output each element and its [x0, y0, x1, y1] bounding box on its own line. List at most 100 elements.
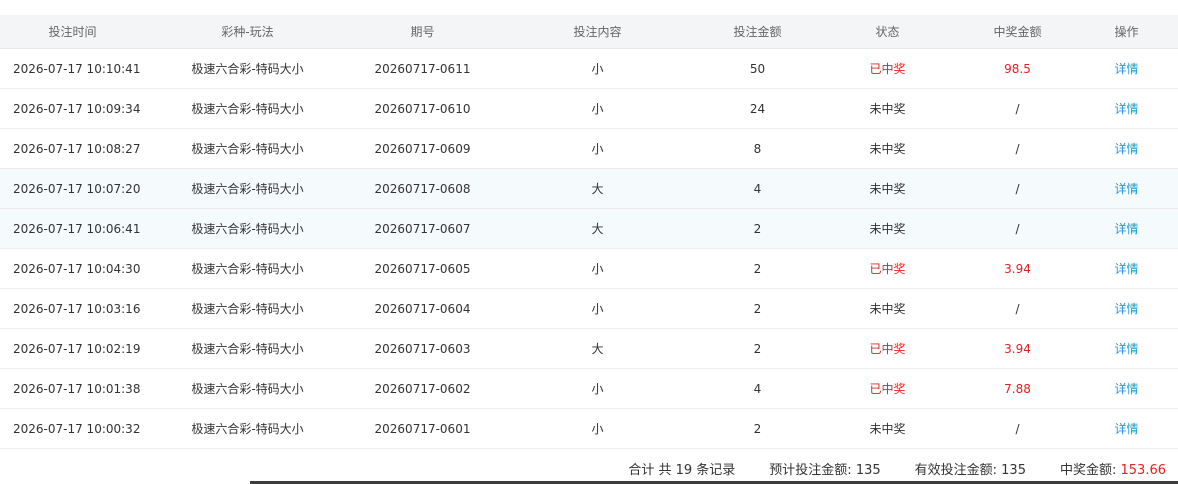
- details-link[interactable]: 详情: [1114, 342, 1138, 356]
- details-link-container[interactable]: 详情: [1075, 328, 1178, 369]
- bet-content-cell: 小: [591, 142, 604, 156]
- table-row: 2026-07-17 10:08:27 极速六合彩-特码大小 20260717-06…: [0, 128, 1178, 169]
- bet-time-cell-container: 2026-07-17 10:06:41: [0, 208, 145, 249]
- game-cell-container: 极速六合彩-特码大小: [145, 88, 350, 129]
- bet-amount-cell: 50: [749, 61, 766, 76]
- bet-amount-cell: 2: [753, 221, 762, 236]
- status-cell: 已中奖: [869, 62, 906, 76]
- top-band: [0, 0, 1178, 15]
- issue-number-cell-container: 20260717-0608: [350, 168, 495, 209]
- bet-content-cell-container: 小: [495, 88, 700, 129]
- details-link[interactable]: 详情: [1114, 182, 1138, 196]
- details-link-container[interactable]: 详情: [1075, 168, 1178, 209]
- expected-bet-value: 135: [855, 463, 881, 478]
- details-link[interactable]: 详情: [1114, 382, 1138, 396]
- issue-number-cell-container: 20260717-0611: [350, 48, 495, 89]
- issue-number-cell-container: 20260717-0607: [350, 208, 495, 249]
- details-link[interactable]: 详情: [1114, 62, 1138, 76]
- bet-amount-cell-container: 2: [700, 288, 815, 329]
- issue-number-cell-container: 20260717-0609: [350, 128, 495, 169]
- game-cell-container: 极速六合彩-特码大小: [145, 128, 350, 169]
- details-link[interactable]: 详情: [1114, 222, 1138, 236]
- prize-amount-cell: /: [1015, 301, 1020, 316]
- game-cell: 极速六合彩-特码大小: [191, 222, 304, 236]
- table-row: 2026-07-17 10:06:41 极速六合彩-特码大小 20260717-06…: [0, 208, 1178, 249]
- bet-amount-cell-container: 2: [700, 408, 815, 449]
- status-cell-container: 未中奖: [815, 288, 960, 329]
- status-cell-container: 已中奖: [815, 328, 960, 369]
- bet-time-cell: 2026-07-17 10:06:41: [13, 221, 141, 236]
- bet-time-cell: 2026-07-17 10:03:16: [13, 301, 141, 316]
- details-link-container[interactable]: 详情: [1075, 208, 1178, 249]
- details-link-container[interactable]: 详情: [1075, 368, 1178, 409]
- col-header-status: 状态: [815, 15, 960, 49]
- bet-time-cell-container: 2026-07-17 10:00:32: [0, 408, 145, 449]
- prize-amount-cell-container: 3.94: [960, 328, 1075, 369]
- table-row: 2026-07-17 10:07:20 极速六合彩-特码大小 20260717-06…: [0, 168, 1178, 209]
- bet-content-cell: 大: [591, 182, 604, 196]
- bet-time-cell: 2026-07-17 10:04:30: [13, 261, 141, 276]
- bet-content-cell: 大: [591, 342, 604, 356]
- table-row: 2026-07-17 10:09:34 极速六合彩-特码大小 20260717-06…: [0, 88, 1178, 129]
- bet-amount-cell: 4: [753, 381, 762, 396]
- game-cell-container: 极速六合彩-特码大小: [145, 408, 350, 449]
- bet-content-cell-container: 小: [495, 408, 700, 449]
- bet-time-cell: 2026-07-17 10:09:34: [13, 101, 141, 116]
- bet-time-cell: 2026-07-17 10:07:20: [13, 181, 141, 196]
- issue-number-cell-container: 20260717-0602: [350, 368, 495, 409]
- issue-number-cell: 20260717-0602: [374, 381, 471, 396]
- status-cell: 未中奖: [869, 182, 906, 196]
- bet-amount-cell-container: 50: [700, 48, 815, 89]
- prize-amount-cell-container: /: [960, 128, 1075, 169]
- prize-amount-cell-container: /: [960, 408, 1075, 449]
- issue-number-cell-container: 20260717-0604: [350, 288, 495, 329]
- details-link[interactable]: 详情: [1114, 142, 1138, 156]
- bet-time-cell: 2026-07-17 10:02:19: [13, 341, 141, 356]
- table-row: 2026-07-17 10:03:16 极速六合彩-特码大小 20260717-06…: [0, 288, 1178, 329]
- details-link-container[interactable]: 详情: [1075, 408, 1178, 449]
- bet-content-cell: 小: [591, 302, 604, 316]
- col-header-action: 操作: [1075, 15, 1178, 49]
- table-row: 2026-07-17 10:04:30 极速六合彩-特码大小 20260717-06…: [0, 248, 1178, 289]
- bet-content-cell-container: 大: [495, 208, 700, 249]
- bet-time-cell-container: 2026-07-17 10:08:27: [0, 128, 145, 169]
- table-row: 2026-07-17 10:01:38 极速六合彩-特码大小 20260717-06…: [0, 368, 1178, 409]
- bet-time-cell: 2026-07-17 10:10:41: [13, 61, 141, 76]
- col-header-amount: 投注金额: [700, 15, 815, 49]
- prize-amount-cell-container: /: [960, 168, 1075, 209]
- status-cell: 已中奖: [869, 342, 906, 356]
- bet-content-cell: 小: [591, 382, 604, 396]
- prize-amount-cell: 98.5: [1004, 61, 1031, 76]
- details-link-container[interactable]: 详情: [1075, 128, 1178, 169]
- game-cell-container: 极速六合彩-特码大小: [145, 248, 350, 289]
- valid-bet-summary: 有效投注金额: 135: [915, 459, 1026, 478]
- details-link[interactable]: 详情: [1114, 262, 1138, 276]
- issue-number-cell: 20260717-0604: [374, 301, 471, 316]
- bet-content-cell: 小: [591, 62, 604, 76]
- prize-amount-cell: /: [1015, 181, 1020, 196]
- details-link-container[interactable]: 详情: [1075, 88, 1178, 129]
- expected-bet-summary: 预计投注金额: 135: [769, 459, 880, 478]
- status-cell-container: 已中奖: [815, 248, 960, 289]
- details-link-container[interactable]: 详情: [1075, 288, 1178, 329]
- details-link[interactable]: 详情: [1114, 302, 1138, 316]
- prize-amount-cell-container: 98.5: [960, 48, 1075, 89]
- table-row: 2026-07-17 10:10:41 极速六合彩-特码大小 20260717-06…: [0, 48, 1178, 89]
- bet-records-table: 投注时间 彩种-玩法 期号 投注内容 投注金额 状态 中奖金额 操作 2026-…: [0, 15, 1178, 449]
- prize-amount-cell: 3.94: [1004, 261, 1031, 276]
- status-cell: 未中奖: [869, 222, 906, 236]
- details-link-container[interactable]: 详情: [1075, 248, 1178, 289]
- bet-amount-cell: 4: [753, 181, 762, 196]
- status-cell-container: 已中奖: [815, 48, 960, 89]
- status-cell-container: 未中奖: [815, 168, 960, 209]
- bet-time-cell-container: 2026-07-17 10:03:16: [0, 288, 145, 329]
- expected-bet-label: 预计投注金额:: [769, 463, 856, 478]
- game-cell: 极速六合彩-特码大小: [191, 422, 304, 436]
- bet-amount-cell-container: 4: [700, 168, 815, 209]
- status-cell-container: 未中奖: [815, 408, 960, 449]
- details-link[interactable]: 详情: [1114, 102, 1138, 116]
- bet-content-cell: 大: [591, 222, 604, 236]
- details-link-container[interactable]: 详情: [1075, 48, 1178, 89]
- details-link[interactable]: 详情: [1114, 422, 1138, 436]
- prize-summary: 中奖金额: 153.66: [1060, 459, 1166, 478]
